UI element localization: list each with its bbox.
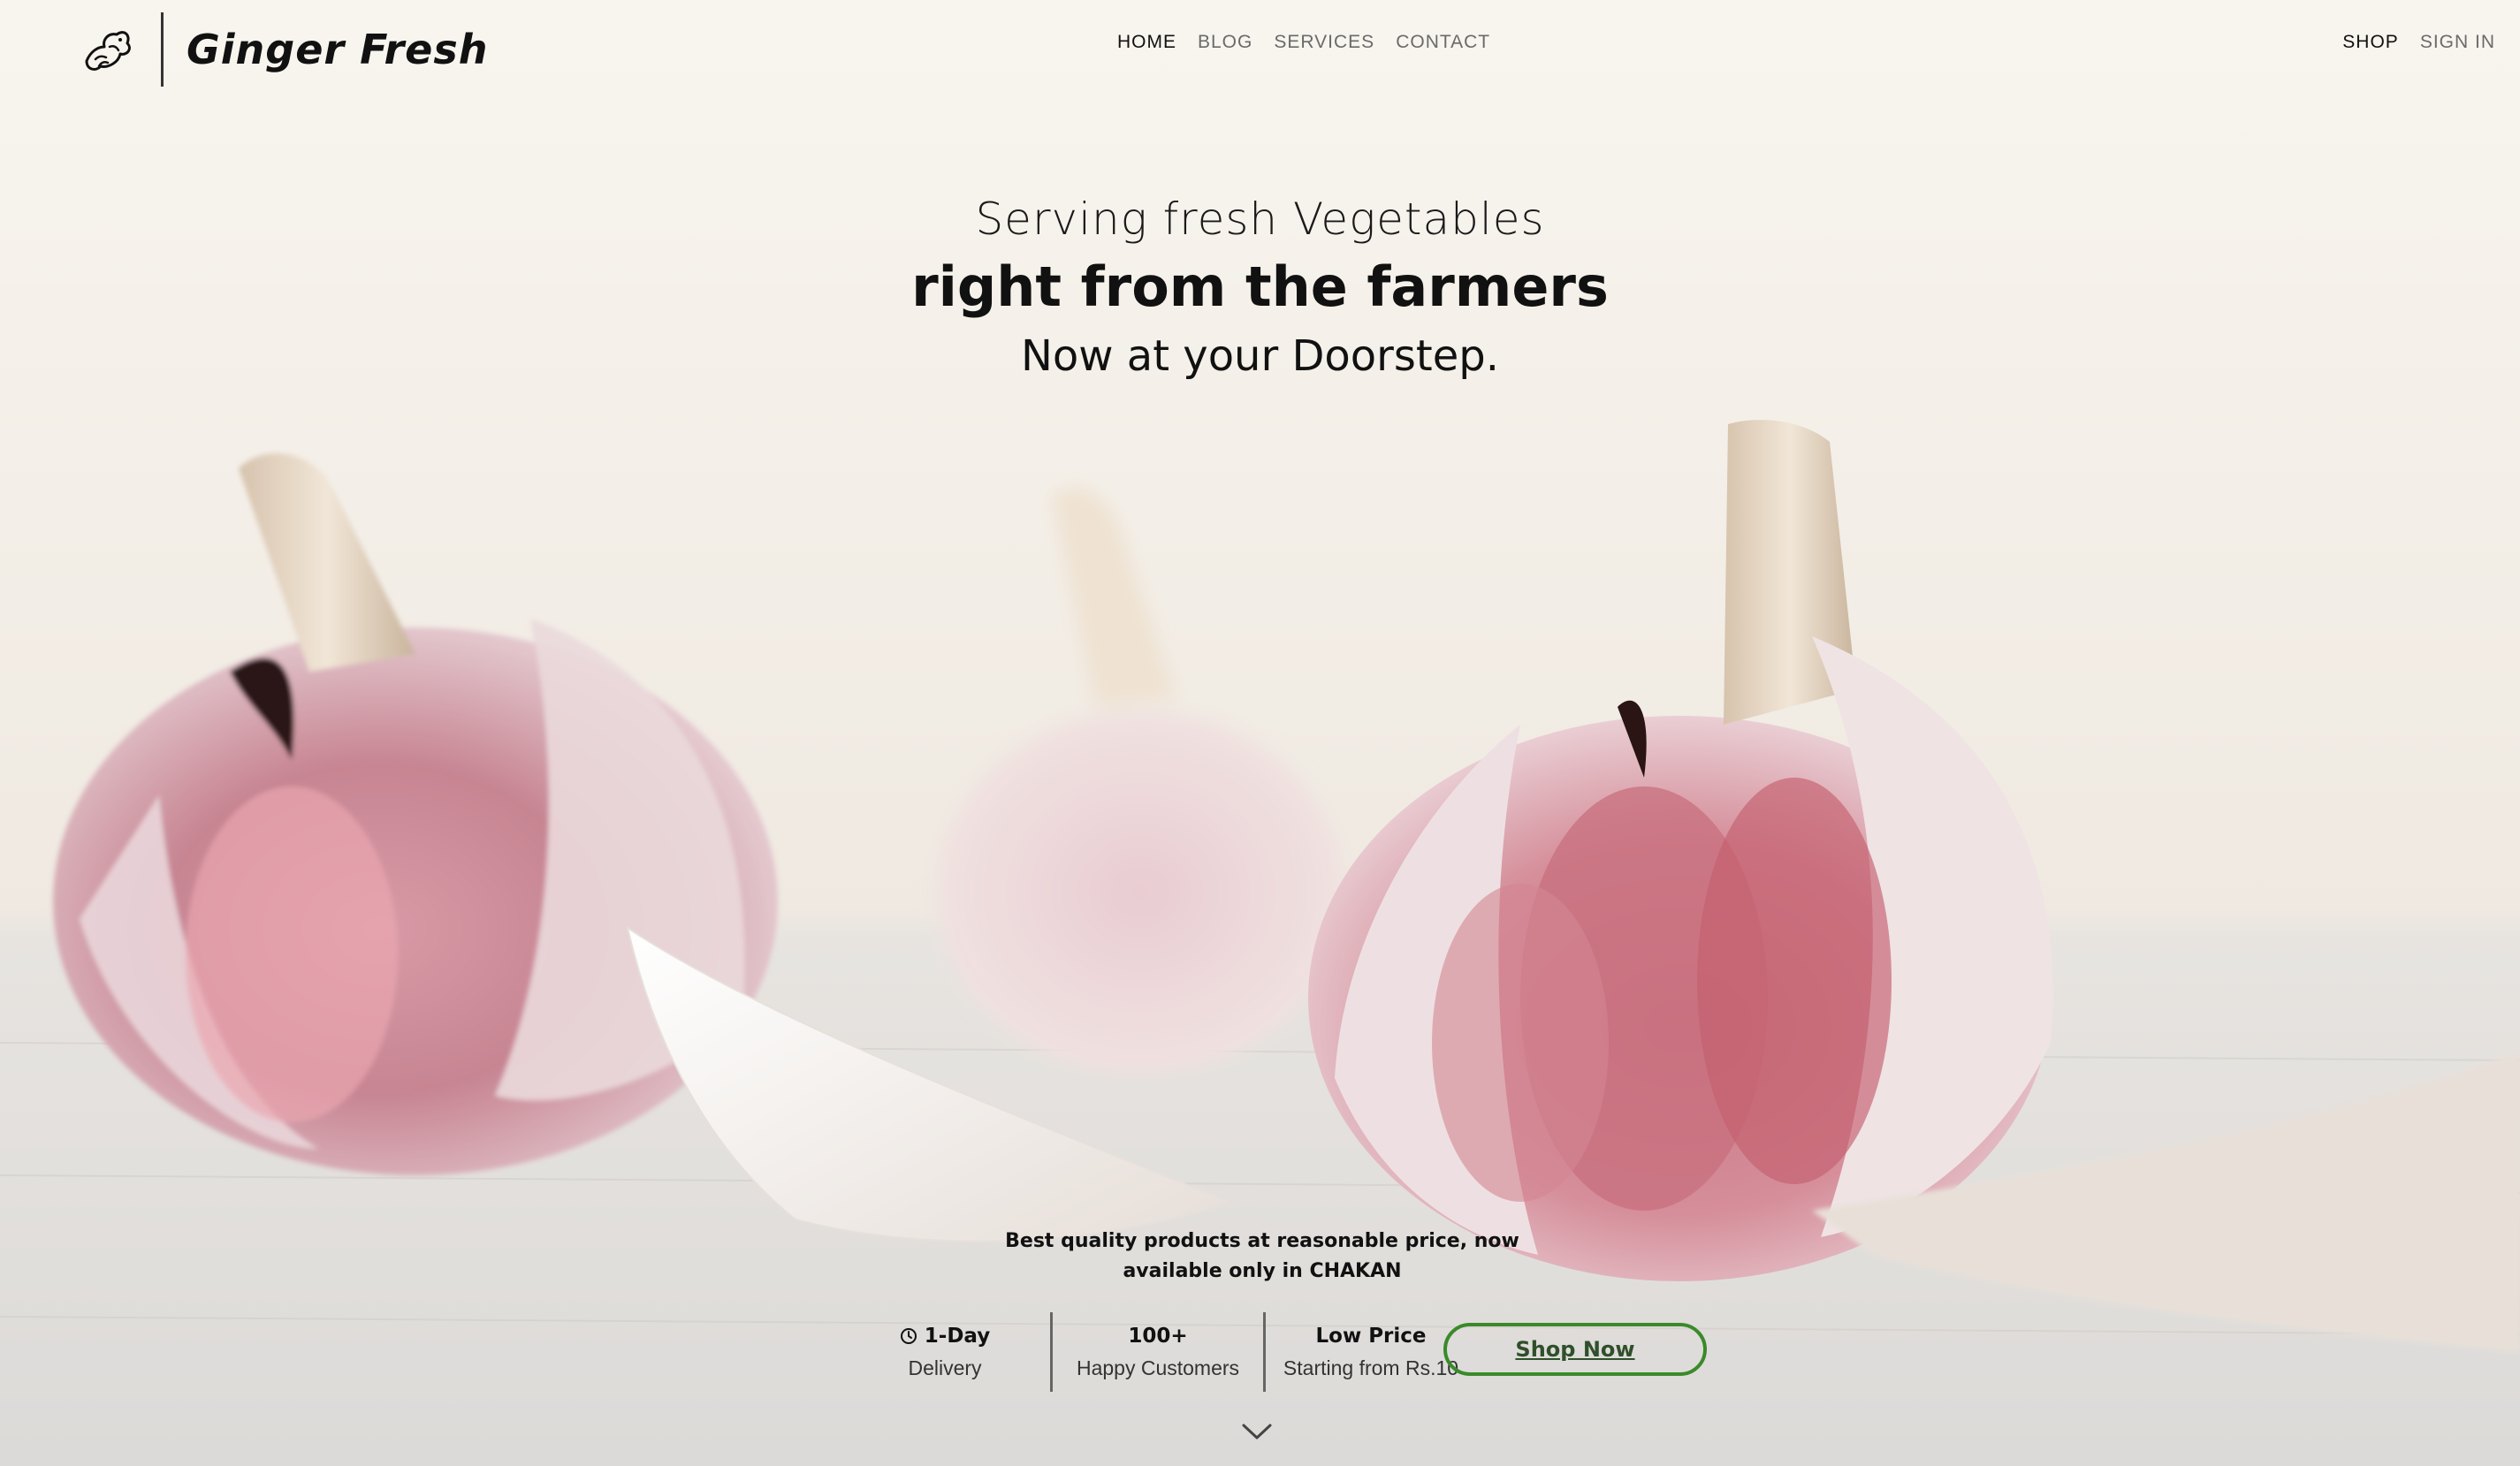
shop-now-button[interactable]: Shop Now <box>1443 1323 1707 1376</box>
nav-blog[interactable]: BLOG <box>1198 32 1252 53</box>
nav-sign-in[interactable]: SIGN IN <box>2420 32 2495 53</box>
clock-icon <box>900 1327 917 1345</box>
brand-name: Ginger Fresh <box>187 26 489 73</box>
nav-shop[interactable]: SHOP <box>2342 32 2399 53</box>
stat-subtitle: Happy Customers <box>1076 1356 1240 1379</box>
nav-contact[interactable]: CONTACT <box>1396 32 1490 53</box>
logo-divider <box>161 12 164 87</box>
hero-line-2: right from the farmers <box>911 254 1609 319</box>
stat-delivery: 1-Day Delivery <box>840 1325 1050 1380</box>
stat-subtitle: Delivery <box>908 1356 982 1379</box>
feature-stats: 1-Day Delivery 100+ Happy Customers Low … <box>840 1311 1476 1393</box>
tagline: Best quality products at reasonable pric… <box>1005 1230 1519 1282</box>
stat-subtitle: Starting from Rs.10 <box>1283 1356 1459 1379</box>
main-nav: HOME BLOG SERVICES CONTACT <box>1117 32 1490 53</box>
brand-logo[interactable]: Ginger Fresh <box>78 12 488 87</box>
account-nav: SHOP SIGN IN <box>2342 32 2495 53</box>
stat-customers: 100+ Happy Customers <box>1053 1325 1263 1380</box>
ginger-icon <box>78 20 136 79</box>
hero-line-3: Now at your Doorstep. <box>1021 331 1499 381</box>
chevron-down-icon[interactable] <box>1241 1421 1273 1442</box>
nav-services[interactable]: SERVICES <box>1274 32 1374 53</box>
nav-home[interactable]: HOME <box>1117 32 1176 53</box>
stat-title: 1-Day <box>924 1324 991 1348</box>
stat-title: Low Price <box>1315 1324 1427 1348</box>
stat-title: 100+ <box>1128 1324 1188 1348</box>
hero-line-1: Serving fresh Vegetables <box>975 194 1545 245</box>
site-header: Ginger Fresh HOME BLOG SERVICES CONTACT … <box>0 0 2520 97</box>
hero-heading: Serving fresh Vegetables right from the … <box>0 187 2520 389</box>
